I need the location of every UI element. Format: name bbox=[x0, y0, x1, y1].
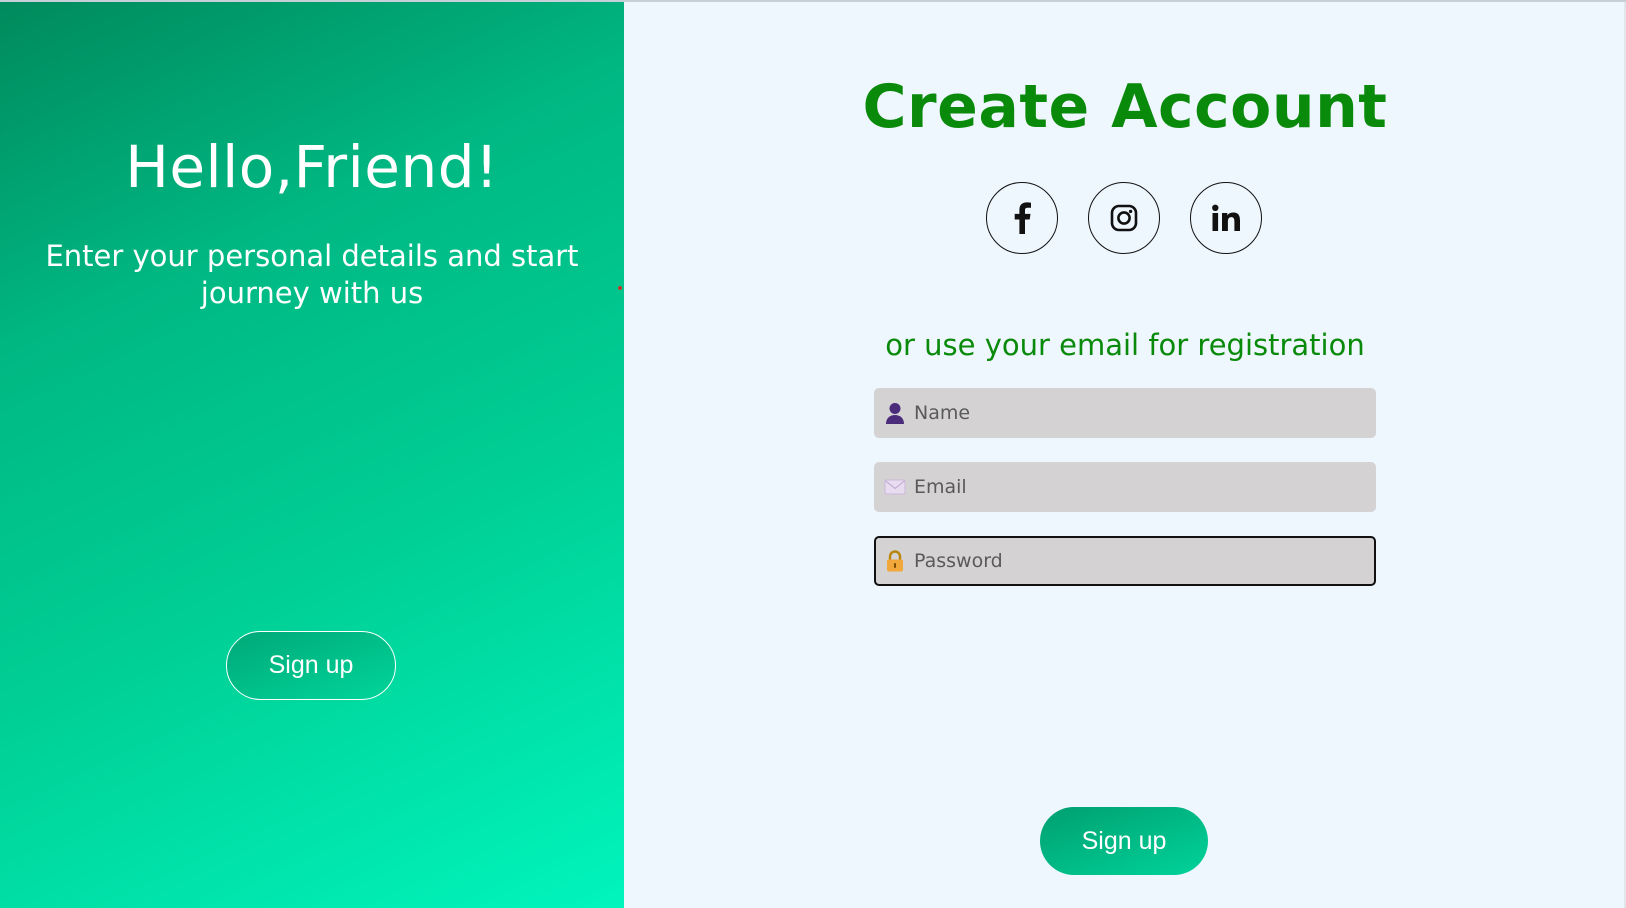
password-input[interactable] bbox=[908, 538, 1374, 584]
lock-icon bbox=[882, 548, 908, 574]
social-links bbox=[986, 182, 1262, 254]
password-field bbox=[874, 536, 1376, 586]
name-field bbox=[874, 388, 1376, 438]
overlay-subtitle: Enter your personal details and start jo… bbox=[45, 239, 579, 310]
email-input[interactable] bbox=[908, 464, 1374, 510]
window-top-border bbox=[0, 0, 1626, 2]
email-field bbox=[874, 462, 1376, 512]
name-input[interactable] bbox=[908, 390, 1374, 436]
signup-page: Hello,Friend! Enter your personal detail… bbox=[0, 0, 1626, 908]
form-title: Create Account bbox=[862, 72, 1388, 142]
overlay-signup-button[interactable]: Sign up bbox=[226, 631, 396, 700]
facebook-link[interactable] bbox=[986, 182, 1058, 254]
overlay-title: Hello,Friend! bbox=[125, 133, 499, 201]
envelope-icon bbox=[882, 474, 908, 500]
instagram-icon bbox=[1110, 204, 1138, 232]
instagram-link[interactable] bbox=[1088, 182, 1160, 254]
user-icon bbox=[882, 400, 908, 426]
form-signup-button[interactable]: Sign up bbox=[1040, 807, 1208, 875]
linkedin-link[interactable] bbox=[1190, 182, 1262, 254]
form-subtitle: or use your email for registration bbox=[885, 328, 1365, 362]
marker-dot bbox=[618, 286, 622, 290]
signup-form-panel: Create Account or use your email for reg… bbox=[624, 2, 1626, 908]
overlay-panel: Hello,Friend! Enter your personal detail… bbox=[0, 2, 624, 908]
facebook-icon bbox=[1013, 202, 1031, 234]
linkedin-icon bbox=[1211, 204, 1241, 232]
